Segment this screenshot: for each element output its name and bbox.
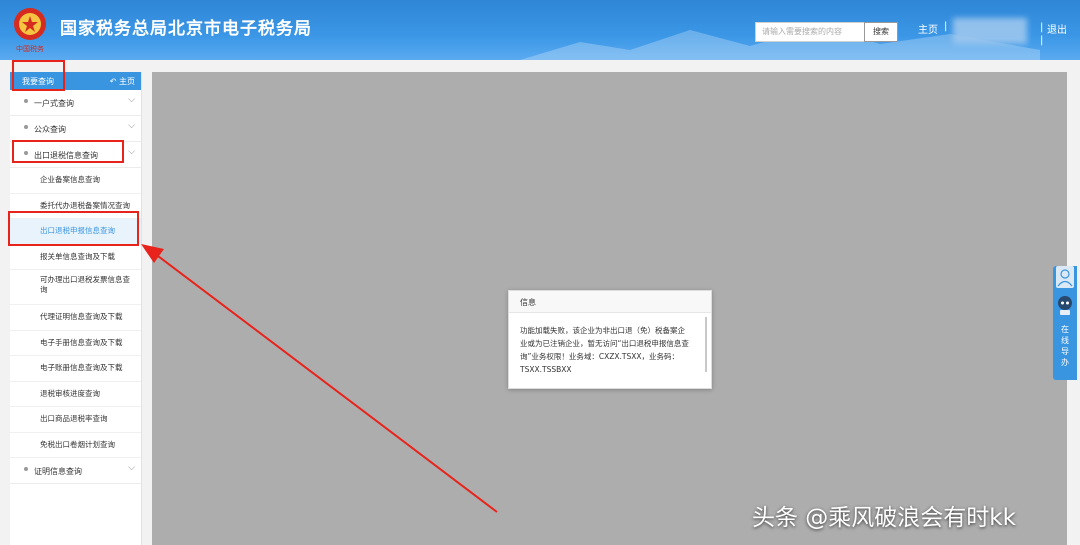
annotation-box-active-item <box>8 211 139 246</box>
guide-char-2: 线 <box>1061 336 1069 345</box>
dialog-title: 信息 <box>509 291 711 313</box>
dialog-message: 功能加载失败，该企业为非出口退（免）税备案企业或为已注销企业，暂无访问“出口退税… <box>520 326 689 374</box>
top-header: 中国税务 国家税务总局北京市电子税务局 请输入需要搜索的内容 搜索 主页 | |… <box>0 0 1080 60</box>
search-button[interactable]: 搜索 <box>864 22 898 42</box>
online-guide-tab[interactable]: 在 线 导 办 <box>1053 266 1077 380</box>
submenu-item[interactable]: 报关单信息查询及下载 <box>10 245 141 270</box>
sidebar-home-link[interactable]: ↶ 主页 <box>110 76 135 87</box>
menu-item-household-query[interactable]: 一户式查询 ⌵ <box>10 90 141 116</box>
dialog-scrollbar[interactable] <box>705 317 707 372</box>
bullet-icon <box>24 125 28 129</box>
person-icon <box>1056 266 1074 288</box>
chevron-up-icon: ⌵ <box>128 147 135 157</box>
bullet-icon <box>24 467 28 471</box>
annotation-box-export-menu <box>12 140 124 163</box>
back-arrow-icon: ↶ <box>109 77 117 86</box>
chevron-down-icon: ⌵ <box>128 95 135 105</box>
bullet-icon <box>24 99 28 103</box>
search-input[interactable]: 请输入需要搜索的内容 <box>755 22 865 42</box>
robot-icon <box>1058 296 1072 315</box>
chevron-down-icon: ⌵ <box>128 121 135 131</box>
chevron-down-icon: ⌵ <box>128 463 135 473</box>
nav-separator: | | <box>1040 22 1044 46</box>
nav-home-link[interactable]: 主页 <box>918 21 938 36</box>
emblem-caption: 中国税务 <box>16 44 44 53</box>
submenu-item[interactable]: 代理证明信息查询及下载 <box>10 305 141 331</box>
logout-link[interactable]: 退出 <box>1047 21 1067 36</box>
info-dialog: 信息 功能加载失败，该企业为非出口退（免）税备案企业或为已注销企业，暂无访问“出… <box>508 290 712 389</box>
tax-emblem-icon: 中国税务 <box>14 8 46 53</box>
nav-separator: | <box>944 21 948 32</box>
user-name-redacted[interactable] <box>953 18 1027 44</box>
guide-char-1: 在 <box>1061 325 1069 334</box>
menu-item-certificate-query[interactable]: 证明信息查询 ⌵ <box>10 458 141 484</box>
guide-char-3: 导 <box>1061 347 1069 356</box>
submenu-item[interactable]: 出口商品退税率查询 <box>10 407 141 433</box>
online-guide-label: 在 线 导 办 <box>1053 324 1077 368</box>
menu-item-public-query[interactable]: 公众查询 ⌵ <box>10 116 141 142</box>
watermark-text: 头条 @乘风破浪会有时kk <box>752 505 1016 531</box>
submenu-item[interactable]: 可办理出口退税发票信息查询 <box>10 270 141 305</box>
submenu-item[interactable]: 退税审核进度查询 <box>10 382 141 407</box>
guide-char-4: 办 <box>1061 358 1069 367</box>
submenu-item[interactable]: 企业备案信息查询 <box>10 168 141 194</box>
annotation-box-heading <box>12 60 65 91</box>
site-title: 国家税务总局北京市电子税务局 <box>60 19 312 39</box>
submenu-item[interactable]: 免税出口卷烟计划查询 <box>10 433 141 458</box>
submenu-item[interactable]: 电子手册信息查询及下载 <box>10 331 141 356</box>
submenu-item[interactable]: 电子账册信息查询及下载 <box>10 356 141 382</box>
